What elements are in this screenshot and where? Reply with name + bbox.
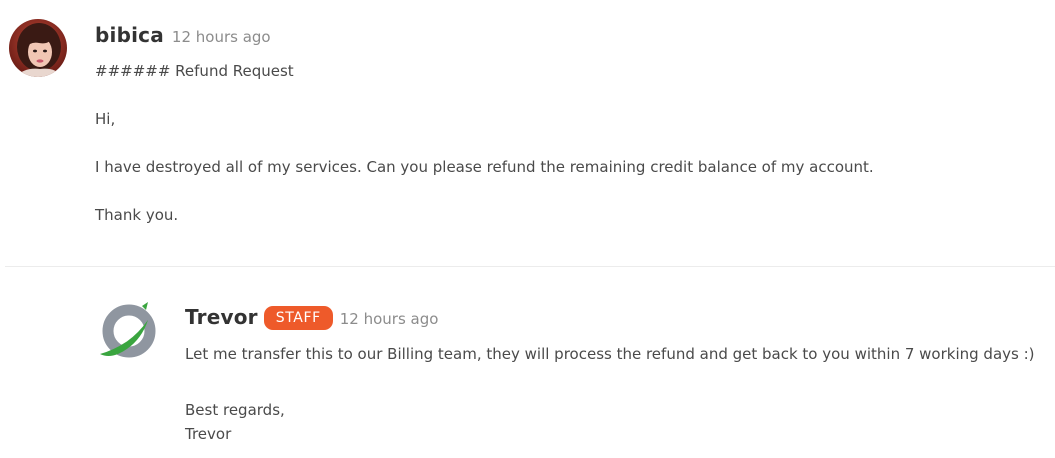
comment: bibica 12 hours ago ###### Refund Reques… xyxy=(0,0,1055,266)
author-name[interactable]: Trevor xyxy=(185,305,258,329)
message-paragraph: Trevor xyxy=(185,425,232,443)
timestamp[interactable]: 12 hours ago xyxy=(172,28,271,46)
staff-badge: STAFF xyxy=(263,306,333,330)
message-paragraph: Hi, xyxy=(95,110,116,128)
timestamp[interactable]: 12 hours ago xyxy=(340,310,439,328)
message-paragraph: Let me transfer this to our Billing team… xyxy=(185,345,1035,363)
message-paragraph: I have destroyed all of my services. Can… xyxy=(95,158,874,176)
message-paragraph: ###### Refund Request xyxy=(95,62,294,80)
comment: Trevor STAFF 12 hours ago Let me transfe… xyxy=(0,267,1055,458)
comment-header: Trevor STAFF 12 hours ago xyxy=(185,305,438,332)
comment-body: Let me transfer this to our Billing team… xyxy=(185,342,1035,446)
comment-body: ###### Refund Request Hi, I have destroy… xyxy=(95,59,874,227)
user-avatar[interactable] xyxy=(9,19,67,77)
staff-avatar[interactable] xyxy=(96,298,160,362)
company-logo-icon xyxy=(100,302,156,358)
author-name[interactable]: bibica xyxy=(95,23,164,47)
user-photo-icon xyxy=(9,19,67,77)
message-paragraph: Thank you. xyxy=(95,206,179,224)
message-paragraph: Best regards, xyxy=(185,401,285,419)
comment-header: bibica 12 hours ago xyxy=(95,23,271,47)
comment-thread: bibica 12 hours ago ###### Refund Reques… xyxy=(0,0,1055,458)
